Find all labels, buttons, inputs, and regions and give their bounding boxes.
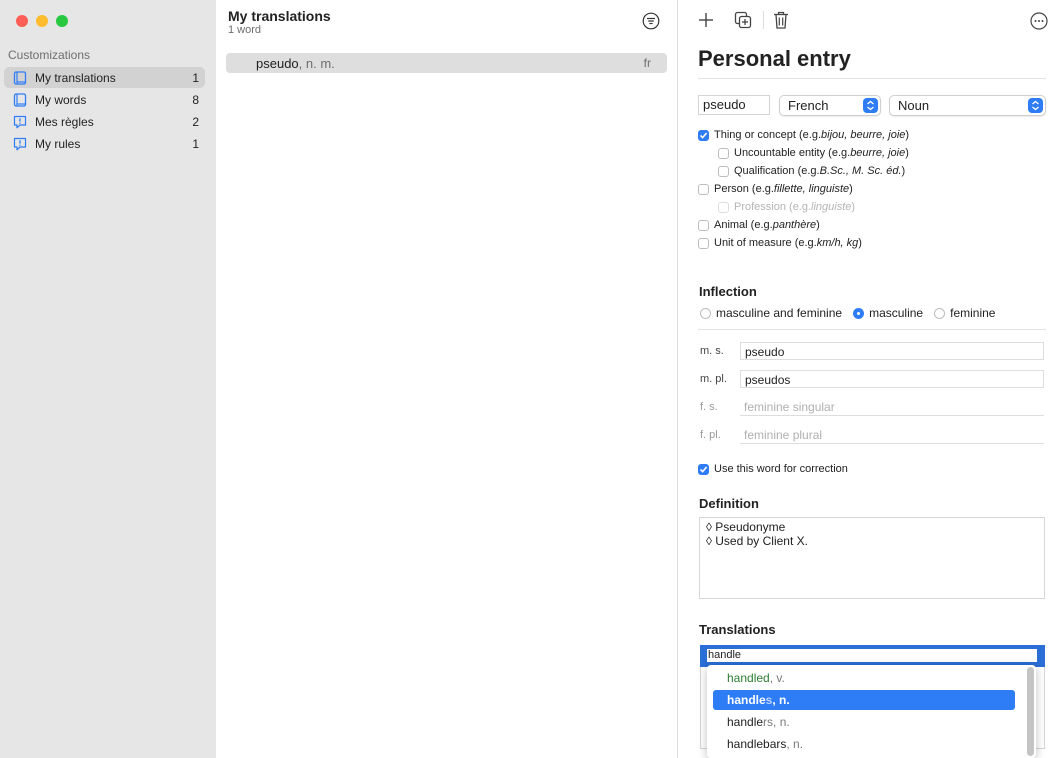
book-icon [13,92,27,107]
trash-icon[interactable] [771,10,791,30]
chevron-updown-icon [1028,98,1043,113]
list-word-count: 1 word [228,24,262,36]
rule-icon [13,115,27,129]
checkbox [718,201,729,213]
gender-radio-group: masculine and feminine masculine feminin… [700,306,1006,320]
radio[interactable] [700,307,711,319]
sidebar-item-count: 8 [192,92,199,107]
entry-editor: Personal entry pseudo French Noun Thing … [678,0,1061,758]
book-icon [13,70,27,85]
sidebar-item-label: My translations [35,70,116,85]
duplicate-icon[interactable] [733,10,753,30]
zoom-window-button[interactable] [56,15,68,27]
radio-masculine[interactable]: masculine [853,306,923,320]
sidebar-item-count: 1 [192,136,199,151]
sidebar: Customizations My translations 1 My word… [0,0,216,758]
definition-title: Definition [699,496,759,511]
rule-icon [13,137,27,151]
translation-input[interactable]: handle [707,649,1037,662]
radio[interactable] [934,307,946,319]
checkbox-animal[interactable]: Animal (e.g. panthère) [698,219,820,231]
feminine-singular-field[interactable]: feminine singular [740,398,1044,416]
checkbox[interactable] [698,219,709,231]
feminine-plural-field[interactable]: feminine plural [740,426,1044,444]
checkbox-use-for-correction[interactable]: Use this word for correction [698,463,848,475]
suggestion-item[interactable]: handlebars, n. [713,734,1015,754]
divider [698,329,1046,330]
toolbar-divider [763,11,764,29]
word-field[interactable]: pseudo [698,95,770,115]
category-select[interactable]: Noun [889,95,1046,116]
radio[interactable] [853,307,865,319]
definition-line: ◊ Used by Client X. [706,534,808,548]
inflection-label: m. s. [700,345,724,357]
category-select-value: Noun [898,98,930,113]
radio-feminine[interactable]: feminine [934,306,995,320]
close-window-button[interactable] [16,15,28,27]
list-item-word: pseudo, n. m. [256,56,335,71]
sidebar-item-my-rules[interactable]: My rules 1 [4,133,205,154]
filter-icon[interactable] [642,12,660,30]
inflection-title: Inflection [699,284,757,299]
inflection-label: f. s. [700,401,718,413]
list-item[interactable]: pseudo, n. m. fr [226,53,667,73]
masculine-plural-field[interactable]: pseudos [740,370,1044,388]
scrollbar[interactable] [1027,667,1034,756]
add-icon[interactable] [696,10,716,30]
sidebar-item-count: 2 [192,114,199,129]
chevron-updown-icon [863,98,878,113]
sidebar-item-label: My words [35,92,87,107]
more-icon[interactable] [1029,11,1049,31]
inflection-label: f. pl. [700,429,721,441]
radio-masculine-and-feminine[interactable]: masculine and feminine [700,306,842,320]
checkbox[interactable] [698,129,709,141]
sidebar-section-title: Customizations [8,48,91,62]
checkbox-person[interactable]: Person (e.g. fillette, linguiste) [698,183,853,195]
suggestion-item[interactable]: handlers, n. [713,712,1015,732]
autocomplete-popup: handled, v. handles, n. handlers, n. han… [707,665,1036,758]
suggestion-item-selected[interactable]: handles, n. [713,690,1015,710]
checkbox[interactable] [718,165,729,177]
sidebar-item-label: Mes règles [35,114,94,129]
definition-field[interactable]: ◊ Pseudonyme ◊ Used by Client X. [699,517,1045,599]
definition-line: ◊ Pseudonyme [706,520,786,534]
checkbox[interactable] [718,147,729,159]
sidebar-item-my-words[interactable]: My words 8 [4,89,205,110]
sidebar-item-mes-regles[interactable]: Mes règles 2 [4,111,205,132]
masculine-singular-field[interactable]: pseudo [740,342,1044,360]
checkbox[interactable] [698,183,709,195]
checkbox[interactable] [698,237,709,249]
minimize-window-button[interactable] [36,15,48,27]
checkbox-uncountable-entity[interactable]: Uncountable entity (e.g. beurre, joie) [718,147,909,159]
sidebar-item-my-translations[interactable]: My translations 1 [4,67,205,88]
checkbox[interactable] [698,463,709,475]
inflection-label: m. pl. [700,373,727,385]
page-title: Personal entry [698,46,851,71]
divider [698,78,1046,79]
translations-title: Translations [699,622,776,637]
checkbox-qualification[interactable]: Qualification (e.g. B.Sc., M. Sc. éd.) [718,165,905,177]
language-select-value: French [788,98,829,113]
sidebar-item-count: 1 [192,70,199,85]
sidebar-item-label: My rules [35,136,81,151]
checkbox-thing-or-concept[interactable]: Thing or concept (e.g. bijou, beurre, jo… [698,129,909,141]
language-select[interactable]: French [779,95,881,116]
checkbox-unit-of-measure[interactable]: Unit of measure (e.g. km/h, kg) [698,237,862,249]
suggestion-item[interactable]: handled, v. [713,668,1015,688]
list-item-language: fr [643,56,651,70]
checkbox-profession: Profession (e.g. linguiste) [718,201,855,213]
list-title: My translations [228,8,331,24]
entry-list-pane: My translations 1 word pseudo, n. m. fr [216,0,678,758]
translation-row-selected[interactable]: handle [700,645,1045,667]
